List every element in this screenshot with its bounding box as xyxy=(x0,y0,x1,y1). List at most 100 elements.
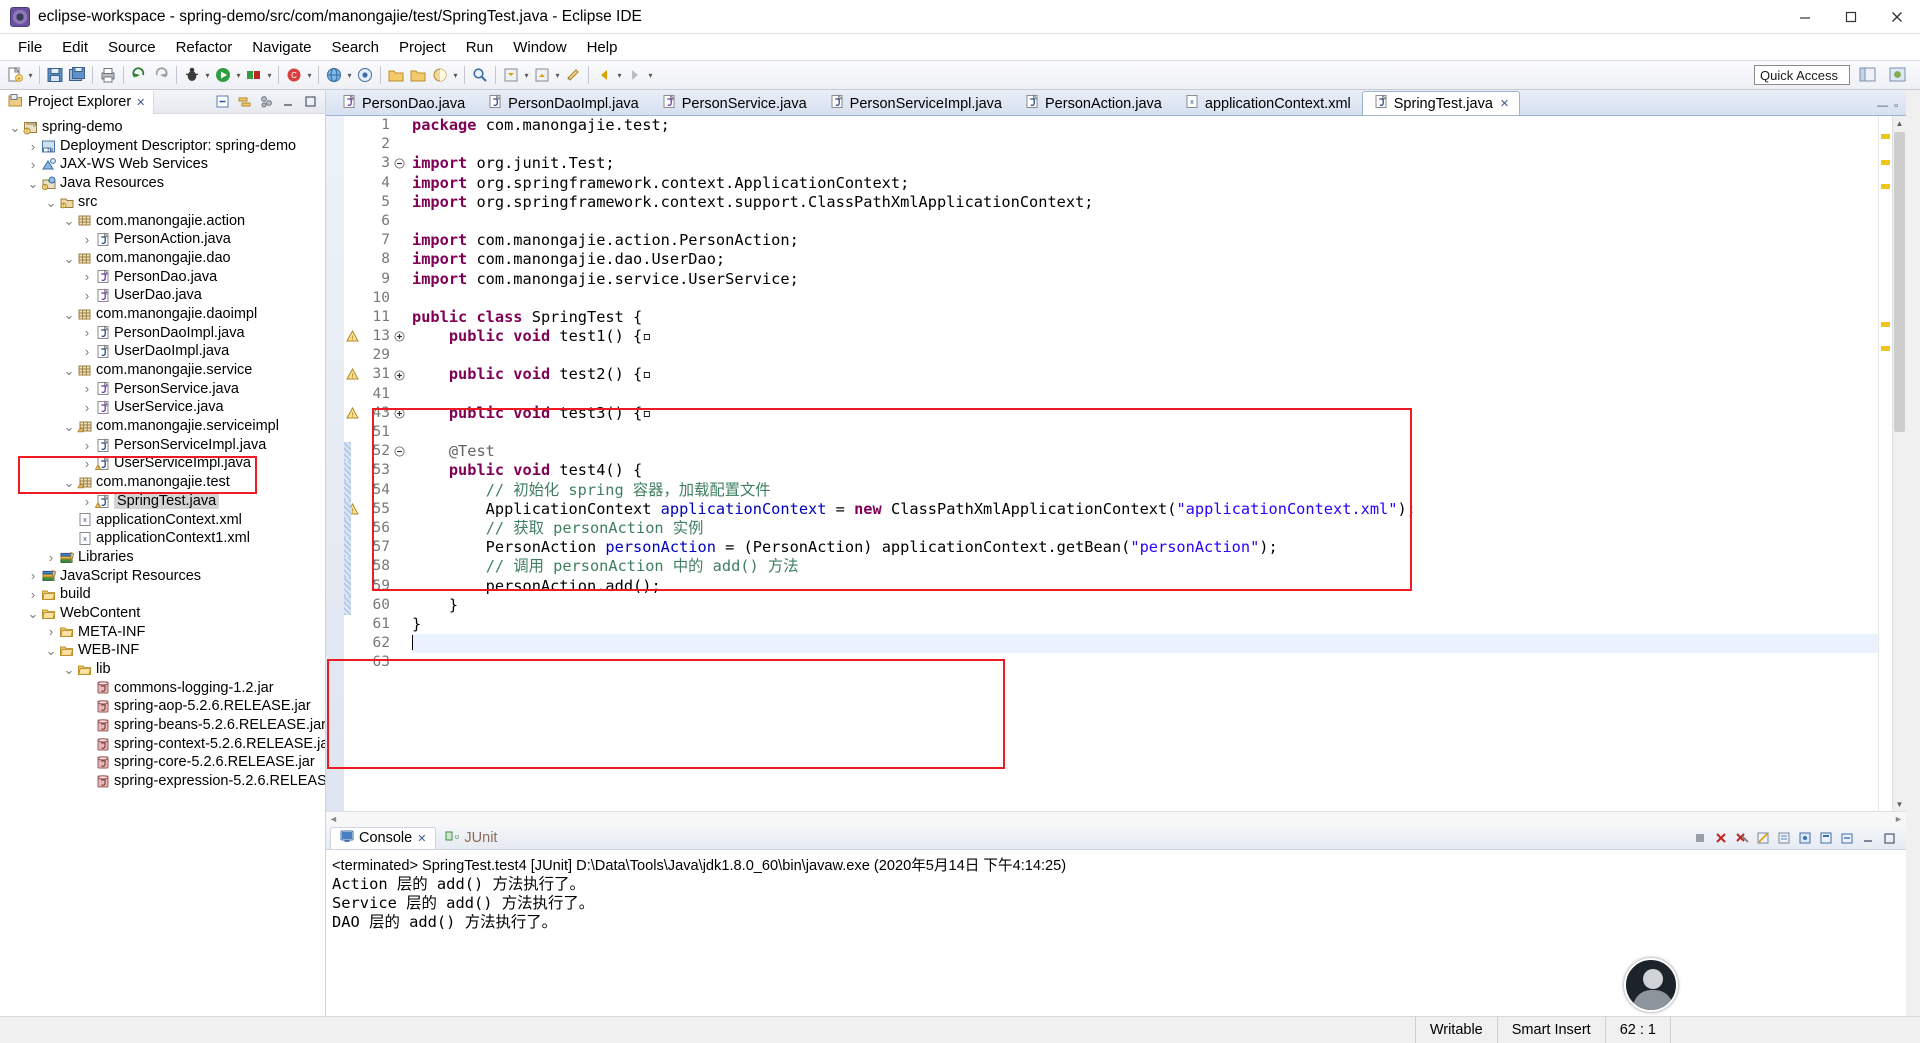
tree-item[interactable]: › I UserDao.java xyxy=(0,286,325,305)
line-annotation-change[interactable] xyxy=(344,538,362,558)
scroll-left-icon[interactable]: ◄ xyxy=(326,812,341,827)
clear-console-icon[interactable] xyxy=(1754,829,1772,847)
chevron-right-icon[interactable]: › xyxy=(26,157,40,172)
tree-item[interactable]: › 3.0 Deployment Descriptor: spring-demo xyxy=(0,137,325,156)
quick-access-input[interactable]: Quick Access xyxy=(1754,65,1850,85)
console-tab-console[interactable]: Console ✕ xyxy=(330,826,437,849)
chevron-right-icon[interactable]: › xyxy=(80,288,94,303)
tree-item[interactable]: › PersonServiceImpl.java xyxy=(0,436,325,455)
link-with-editor-icon[interactable] xyxy=(235,93,253,111)
line-annotation-warning[interactable]: ! xyxy=(344,327,362,346)
fold-expand-icon[interactable] xyxy=(392,365,406,384)
chevron-down-icon[interactable]: ⌄ xyxy=(62,214,76,228)
java-ee-perspective-icon[interactable] xyxy=(1886,64,1910,86)
maximize-view-icon[interactable] xyxy=(301,93,319,111)
chevron-right-icon[interactable]: › xyxy=(80,456,94,471)
chevron-down-icon[interactable]: ⌄ xyxy=(62,363,76,377)
scroll-down-icon[interactable]: ▼ xyxy=(1893,797,1906,811)
next-annotation-dropdown-icon[interactable]: ▾ xyxy=(522,64,531,86)
back-icon[interactable] xyxy=(593,64,615,86)
menu-edit[interactable]: Edit xyxy=(52,36,98,59)
code-line[interactable] xyxy=(412,346,1878,365)
chevron-right-icon[interactable]: › xyxy=(44,550,58,565)
overview-ruler[interactable] xyxy=(1878,116,1892,811)
tree-item[interactable]: ⌄ com.manongajie.service xyxy=(0,361,325,380)
pin-console-icon[interactable] xyxy=(1796,829,1814,847)
editor-tab-personservice-java[interactable]: I PersonService.java xyxy=(650,91,818,115)
code-line[interactable]: public void test1() {▫ xyxy=(412,327,1878,346)
code-line[interactable] xyxy=(412,653,1878,672)
editor-tab-persondaoimpl-java[interactable]: PersonDaoImpl.java xyxy=(476,91,650,115)
print-icon[interactable] xyxy=(97,64,119,86)
code-line[interactable]: package com.manongajie.test; xyxy=(412,116,1878,135)
forward-dropdown-icon[interactable]: ▾ xyxy=(646,64,655,86)
fold-expand-icon[interactable] xyxy=(392,404,406,423)
editor-tab-persondao-java[interactable]: I PersonDao.java xyxy=(330,91,476,115)
editor-tab-springtest-java[interactable]: SpringTest.java ✕ xyxy=(1361,91,1521,115)
tree-item[interactable]: ›! SpringTest.java xyxy=(0,492,325,511)
code-line[interactable]: import org.junit.Test; xyxy=(412,154,1878,173)
code-line[interactable]: public void test2() {▫ xyxy=(412,365,1878,384)
code-line[interactable] xyxy=(412,634,1878,654)
source-code[interactable]: package com.manongajie.test; import org.j… xyxy=(406,116,1878,811)
tree-item[interactable]: › JAX-WS Web Services xyxy=(0,155,325,174)
chevron-down-icon[interactable]: ⌄ xyxy=(62,475,76,489)
search-icon[interactable] xyxy=(469,64,491,86)
chevron-down-icon[interactable]: ⌄ xyxy=(44,195,58,209)
forward-icon[interactable] xyxy=(624,64,646,86)
tree-item[interactable]: › build xyxy=(0,585,325,604)
scroll-right-icon[interactable]: ► xyxy=(1891,812,1906,827)
tree-item[interactable]: › UserDaoImpl.java xyxy=(0,342,325,361)
tree-item[interactable]: spring-aop-5.2.6.RELEASE.jar xyxy=(0,697,325,716)
tree-item[interactable]: ⌄ WebContent xyxy=(0,604,325,623)
annotation-gutter[interactable]: !!!! xyxy=(344,116,362,811)
collapse-all-icon[interactable] xyxy=(213,93,231,111)
new-package-icon[interactable] xyxy=(407,64,429,86)
chevron-down-icon[interactable]: ⌄ xyxy=(26,176,40,190)
tree-item[interactable]: spring-core-5.2.6.RELEASE.jar xyxy=(0,753,325,772)
menu-search[interactable]: Search xyxy=(321,36,389,59)
line-annotation-change[interactable] xyxy=(344,480,362,500)
tree-item[interactable]: x applicationContext1.xml xyxy=(0,529,325,548)
tree-item[interactable]: › META-INF xyxy=(0,623,325,642)
tree-item[interactable]: spring-expression-5.2.6.RELEASE.jar xyxy=(0,772,325,791)
redo-icon[interactable] xyxy=(150,64,172,86)
tree-item[interactable]: › Libraries xyxy=(0,548,325,567)
debug-icon[interactable] xyxy=(181,64,203,86)
chevron-right-icon[interactable]: › xyxy=(26,587,40,602)
editor-vertical-scrollbar[interactable]: ▲ ▼ xyxy=(1892,116,1906,811)
code-line[interactable]: public class SpringTest { xyxy=(412,308,1878,327)
new-dropdown-icon[interactable]: ▾ xyxy=(26,64,35,86)
code-line[interactable] xyxy=(412,423,1878,442)
code-line[interactable] xyxy=(412,212,1878,231)
minimize-view-icon[interactable] xyxy=(279,93,297,111)
save-all-icon[interactable] xyxy=(66,64,88,86)
display-console-icon[interactable] xyxy=(1817,829,1835,847)
tree-item[interactable]: ⌄ lib xyxy=(0,660,325,679)
menu-help[interactable]: Help xyxy=(577,36,628,59)
close-button[interactable] xyxy=(1874,0,1920,34)
tree-item[interactable]: ⌄! Java Resources xyxy=(0,174,325,193)
tree-item[interactable]: x applicationContext.xml xyxy=(0,510,325,529)
chevron-down-icon[interactable]: ⌄ xyxy=(62,307,76,321)
code-line[interactable]: public void test3() {▫ xyxy=(412,404,1878,423)
tree-item[interactable]: commons-logging-1.2.jar xyxy=(0,679,325,698)
editor-tab-personserviceimpl-java[interactable]: PersonServiceImpl.java xyxy=(818,91,1013,115)
new-java-class-icon[interactable] xyxy=(429,64,451,86)
fold-expand-icon[interactable] xyxy=(392,327,406,346)
menu-window[interactable]: Window xyxy=(503,36,576,59)
open-console-icon[interactable] xyxy=(1838,829,1856,847)
folding-gutter[interactable] xyxy=(392,116,406,811)
code-line[interactable]: } xyxy=(412,596,1878,615)
chevron-right-icon[interactable]: › xyxy=(44,624,58,639)
editor-minimize-icon[interactable]: — xyxy=(1877,100,1888,112)
menu-file[interactable]: File xyxy=(8,36,52,59)
project-tree[interactable]: ⌄ J! spring-demo › 3.0 Deployment Descriptor:… xyxy=(0,114,325,1016)
chevron-right-icon[interactable]: › xyxy=(80,400,94,415)
chevron-right-icon[interactable]: › xyxy=(80,344,94,359)
menu-source[interactable]: Source xyxy=(98,36,166,59)
last-edit-location-icon[interactable] xyxy=(562,64,584,86)
tree-item[interactable]: ⌄ J! spring-demo xyxy=(0,118,325,137)
tree-item[interactable]: › I PersonService.java xyxy=(0,380,325,399)
scroll-thumb[interactable] xyxy=(1894,132,1905,432)
